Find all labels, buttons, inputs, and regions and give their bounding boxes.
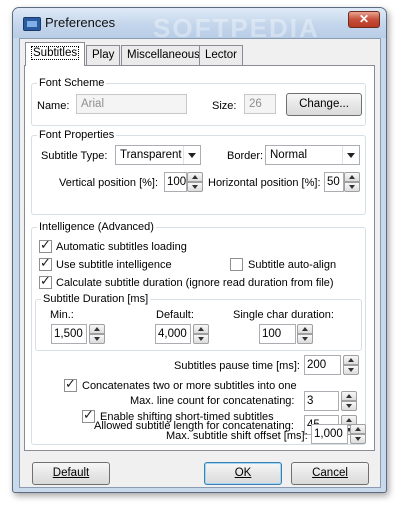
spin-down-icon[interactable] [343, 365, 359, 375]
spin-up-icon[interactable] [343, 355, 359, 365]
default-button[interactable]: Default [32, 462, 110, 485]
subtitle-type-select[interactable]: Transparent [115, 145, 201, 165]
preferences-window: Preferences SOFTPEDIA ✕ Subtitles Play M… [12, 7, 387, 493]
title-bar[interactable]: Preferences SOFTPEDIA ✕ [13, 8, 386, 43]
dropdown-arrow-icon[interactable] [342, 146, 359, 164]
ok-button-label: OK [234, 467, 252, 479]
font-name-label: Name: [37, 100, 70, 112]
border-select[interactable]: Normal [265, 145, 360, 165]
vertical-position-field[interactable]: 100 [164, 172, 187, 192]
font-name-field: Arial [76, 94, 187, 114]
app-icon [23, 17, 41, 31]
horizontal-position-label: Horizontal position [%]: [208, 177, 321, 189]
spin-down-icon[interactable] [344, 182, 360, 192]
concatenate-checkbox[interactable] [64, 377, 77, 392]
spin-up-icon[interactable] [344, 172, 360, 182]
max-line-count-label: Max. line count for concatenating: [130, 395, 295, 407]
font-size-field: 26 [244, 94, 276, 114]
duration-group: Subtitle Duration [ms] Min.: 1,500 Defau… [35, 292, 362, 351]
horizontal-position-field[interactable]: 50 [324, 172, 344, 192]
tab-subtitles[interactable]: Subtitles [25, 42, 86, 66]
single-char-duration-label: Single char duration: [233, 309, 334, 321]
window-title: Preferences [45, 15, 116, 30]
calc-duration-label[interactable]: Calculate subtitle duration (ignore read… [56, 276, 334, 290]
border-label: Border: [227, 150, 264, 162]
min-duration-field[interactable]: 1,500 [51, 324, 87, 344]
spin-down-icon[interactable] [341, 401, 357, 411]
ok-button[interactable]: OK [204, 462, 282, 485]
font-scheme-legend: Font Scheme [37, 76, 107, 90]
single-char-duration-spinner[interactable] [297, 324, 313, 344]
subtitle-type-label: Subtitle Type: [41, 150, 108, 162]
tab-subtitles-label: Subtitles [31, 46, 80, 60]
default-button-label: Default [52, 467, 90, 479]
tab-miscellaneous[interactable]: Miscellaneous [121, 45, 206, 65]
calc-duration-checkbox[interactable] [39, 274, 52, 289]
tab-lector[interactable]: Lector [199, 45, 243, 65]
spin-down-icon[interactable] [193, 334, 209, 344]
spin-down-icon[interactable] [297, 334, 313, 344]
auto-align-label[interactable]: Subtitle auto-align [248, 258, 336, 272]
auto-loading-checkbox[interactable] [39, 238, 52, 253]
default-duration-spinner[interactable] [193, 324, 209, 344]
font-properties-group: Font Properties Subtitle Type: Transpare… [31, 128, 366, 215]
cancel-button[interactable]: Cancel [291, 462, 369, 485]
single-char-duration-field[interactable]: 100 [259, 324, 296, 344]
shift-label[interactable]: Enable shifting short-timed subtitles [100, 410, 274, 424]
font-size-label: Size: [212, 100, 237, 112]
auto-loading-label[interactable]: Automatic subtitles loading [56, 240, 187, 254]
subtitle-type-value: Transparent [120, 149, 182, 161]
concatenate-label[interactable]: Concatenates two or more subtitles into … [82, 379, 297, 393]
pause-time-field[interactable]: 200 [304, 355, 341, 375]
min-duration-label: Min.: [50, 309, 74, 321]
spin-up-icon[interactable] [350, 424, 366, 434]
max-shift-spinner[interactable] [350, 424, 366, 444]
tab-panel-subtitles: Font Scheme Name: Arial Size: 26 Change.… [24, 65, 375, 451]
max-line-count-field[interactable]: 3 [304, 391, 339, 411]
auto-align-checkbox[interactable] [230, 258, 243, 271]
max-shift-label: Max. subtitle shift offset [ms]: [166, 430, 308, 442]
border-value: Normal [270, 149, 308, 161]
use-intelligence-label[interactable]: Use subtitle intelligence [56, 258, 172, 272]
default-duration-label: Default: [156, 309, 194, 321]
tab-play[interactable]: Play [86, 45, 121, 65]
spin-up-icon[interactable] [193, 324, 209, 334]
font-scheme-group: Font Scheme Name: Arial Size: 26 Change.… [31, 76, 366, 126]
spin-down-icon[interactable] [89, 334, 105, 344]
shift-checkbox[interactable] [82, 408, 95, 423]
spin-up-icon[interactable] [341, 391, 357, 401]
vertical-position-spinner[interactable] [187, 172, 203, 192]
change-font-button[interactable]: Change... [286, 93, 362, 116]
close-icon[interactable]: ✕ [348, 11, 380, 28]
spin-down-icon[interactable] [187, 182, 203, 192]
spin-up-icon[interactable] [297, 324, 313, 334]
dialog-client: Subtitles Play Miscellaneous Lector Font… [19, 38, 381, 488]
font-properties-legend: Font Properties [37, 128, 117, 142]
vertical-position-label: Vertical position [%]: [59, 177, 159, 189]
max-shift-field[interactable]: 1,000 [311, 424, 348, 444]
spin-down-icon[interactable] [350, 434, 366, 444]
pause-time-label: Subtitles pause time [ms]: [174, 360, 300, 372]
pause-time-spinner[interactable] [343, 355, 359, 375]
min-duration-spinner[interactable] [89, 324, 105, 344]
use-intelligence-checkbox[interactable] [39, 256, 52, 271]
intelligence-legend: Intelligence (Advanced) [37, 220, 156, 234]
dropdown-arrow-icon[interactable] [183, 146, 200, 164]
max-line-count-spinner[interactable] [341, 391, 357, 411]
spin-up-icon[interactable] [89, 324, 105, 334]
horizontal-position-spinner[interactable] [344, 172, 360, 192]
spin-up-icon[interactable] [187, 172, 203, 182]
cancel-button-label: Cancel [312, 467, 348, 479]
duration-legend: Subtitle Duration [ms] [41, 292, 151, 306]
default-duration-field[interactable]: 4,000 [155, 324, 191, 344]
